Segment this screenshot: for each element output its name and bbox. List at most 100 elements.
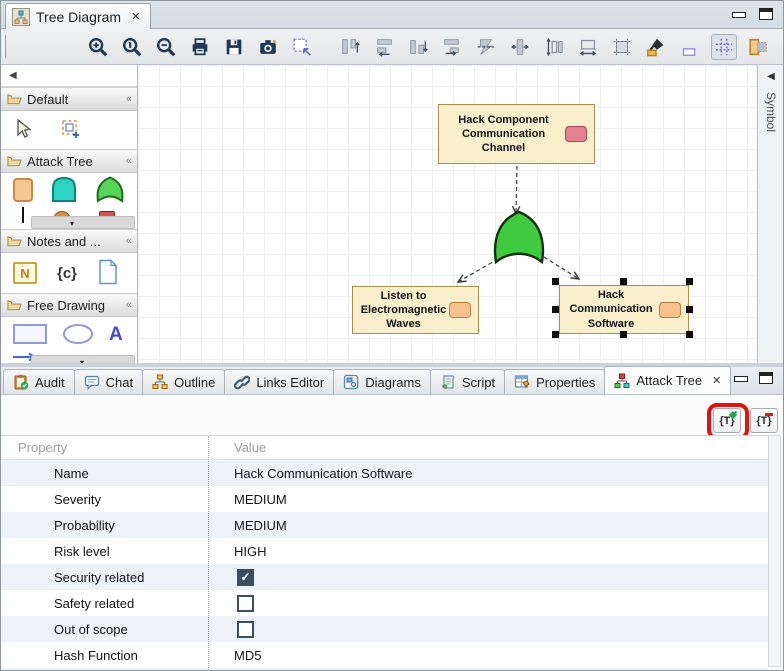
pin-icon[interactable]: «	[126, 299, 131, 311]
connector-gate-to-left-child[interactable]	[458, 259, 498, 282]
column-divider[interactable]	[208, 436, 209, 670]
symbol-panel-collapsed[interactable]: ◀ Symbol	[757, 65, 784, 363]
close-icon[interactable]: ✕	[131, 10, 140, 23]
maximize-view-icon[interactable]	[759, 372, 773, 384]
select-tool[interactable]	[13, 118, 33, 143]
tab-tree-diagram[interactable]: Tree Diagram ✕	[5, 3, 151, 29]
match-width-button[interactable]	[575, 34, 601, 60]
palette-hscrollbar[interactable]: ▾	[31, 216, 135, 229]
zoom-out-button[interactable]	[153, 34, 179, 60]
format-painter-button[interactable]	[643, 34, 669, 60]
tab-chat[interactable]: Chat	[74, 369, 143, 394]
tab-links-editor[interactable]: Links Editor	[224, 369, 334, 394]
tab-properties[interactable]: Properties	[504, 369, 605, 394]
palette-view-button[interactable]	[745, 34, 771, 60]
node-badge[interactable]	[659, 302, 681, 318]
rectangle-tool[interactable]	[13, 324, 47, 344]
security-related-checkbox[interactable]: ✓	[237, 569, 254, 586]
tab-attack-tree[interactable]: Attack Tree ✕	[604, 366, 731, 394]
marquee-tool[interactable]	[59, 117, 83, 144]
table-row[interactable]: Risk level HIGH	[1, 538, 769, 564]
safety-related-checkbox[interactable]	[237, 595, 254, 612]
print-button[interactable]	[187, 34, 213, 60]
tab-script[interactable]: Script	[430, 369, 505, 394]
table-row[interactable]: Name Hack Communication Software	[1, 460, 769, 486]
zoom-original-button[interactable]	[119, 34, 145, 60]
selection-handle[interactable]	[552, 278, 559, 285]
selection-handle[interactable]	[552, 331, 559, 338]
center-horizontal-button[interactable]	[507, 34, 533, 60]
attack-tree-properties-panel: {T} {T} Add Custom Tag Button Property V…	[1, 395, 783, 670]
palette-section-free-drawing[interactable]: Free Drawing «	[1, 293, 137, 317]
note-tool[interactable]: N	[13, 262, 37, 284]
diagram-canvas[interactable]: Hack Component Communication Channel Lis…	[138, 65, 757, 363]
editor-tabbar: Tree Diagram ✕	[1, 1, 783, 29]
marquee-select-button[interactable]	[289, 34, 315, 60]
collapse-palette-icon[interactable]: ◀	[9, 70, 17, 81]
close-icon[interactable]: ✕	[712, 374, 721, 387]
column-property: Property	[1, 440, 208, 455]
palette-section-default[interactable]: Default «	[1, 87, 137, 111]
or-gate-node[interactable]	[495, 212, 543, 262]
grid-toggle-button[interactable]	[711, 34, 737, 60]
connector-gate-to-right-child[interactable]	[544, 257, 579, 279]
align-top-button[interactable]	[337, 34, 363, 60]
table-row[interactable]: Hash Function MD5	[1, 642, 769, 668]
minimize-view-icon[interactable]	[733, 372, 747, 384]
maximize-icon[interactable]	[759, 8, 773, 20]
add-custom-tag-button[interactable]: {T}	[713, 408, 741, 433]
selection-handle[interactable]	[686, 331, 693, 338]
node-badge[interactable]	[449, 302, 471, 318]
palette-hscrollbar-2[interactable]: ▾	[31, 355, 135, 363]
node-root[interactable]: Hack Component Communication Channel	[438, 104, 595, 164]
node-badge[interactable]	[565, 126, 587, 142]
remove-tag-button[interactable]: {T}	[750, 408, 778, 433]
selection-handle[interactable]	[620, 331, 627, 338]
palette-section-attack-tree[interactable]: Attack Tree «	[1, 149, 137, 173]
table-row[interactable]: Severity MEDIUM	[1, 486, 769, 512]
table-row[interactable]: Security related ✓	[1, 564, 769, 590]
save-button[interactable]	[221, 34, 247, 60]
zoom-in-button[interactable]	[85, 34, 111, 60]
text-tool[interactable]: A	[109, 325, 123, 344]
out-of-scope-checkbox[interactable]	[237, 621, 254, 638]
table-vscrollbar[interactable]	[768, 435, 781, 667]
toolbar-grip[interactable]	[3, 35, 6, 58]
minimize-icon[interactable]	[731, 8, 745, 20]
selection-handle[interactable]	[686, 278, 693, 285]
empty-box-button[interactable]	[677, 34, 703, 60]
tab-audit[interactable]: Audit	[3, 369, 75, 394]
palette-section-notes[interactable]: Notes and ... «	[1, 229, 137, 253]
connector-root-to-gate[interactable]	[516, 166, 517, 214]
selection-handle[interactable]	[686, 306, 693, 313]
comment-tool[interactable]: {c}	[57, 265, 77, 282]
attack-node-tool[interactable]	[13, 178, 33, 202]
and-gate-tool[interactable]	[49, 175, 79, 206]
tab-diagrams[interactable]: Diagrams	[333, 369, 431, 394]
align-bottom-button[interactable]	[405, 34, 431, 60]
align-right-button[interactable]	[439, 34, 465, 60]
connector-tool[interactable]	[22, 207, 24, 223]
table-row[interactable]: Safety related	[1, 590, 769, 616]
selection-handle[interactable]	[552, 306, 559, 313]
expand-symbol-icon[interactable]: ◀	[758, 65, 784, 82]
crop-selection-button[interactable]	[609, 34, 635, 60]
tab-outline[interactable]: Outline	[142, 369, 225, 394]
align-left-button[interactable]	[371, 34, 397, 60]
document-tool[interactable]	[97, 259, 119, 288]
node-right-child-selected[interactable]: Hack Communication Software	[559, 285, 689, 334]
node-left-child[interactable]: Listen to Electromagnetic Waves	[352, 286, 479, 334]
selection-handle[interactable]	[620, 278, 627, 285]
table-row[interactable]: Out of scope	[1, 616, 769, 642]
or-gate-tool[interactable]	[95, 175, 125, 206]
pin-icon[interactable]: «	[126, 93, 131, 105]
table-row[interactable]: Probability MEDIUM	[1, 512, 769, 538]
center-vertical-button[interactable]	[473, 34, 499, 60]
pin-icon[interactable]: «	[126, 155, 131, 167]
properties-toolbar: {T} {T} Add Custom Tag Button	[1, 395, 783, 435]
ellipse-tool[interactable]	[63, 324, 93, 344]
pin-icon[interactable]: «	[126, 235, 131, 247]
match-height-button[interactable]	[541, 34, 567, 60]
screenshot-button[interactable]	[255, 34, 281, 60]
folder-icon	[7, 93, 22, 105]
